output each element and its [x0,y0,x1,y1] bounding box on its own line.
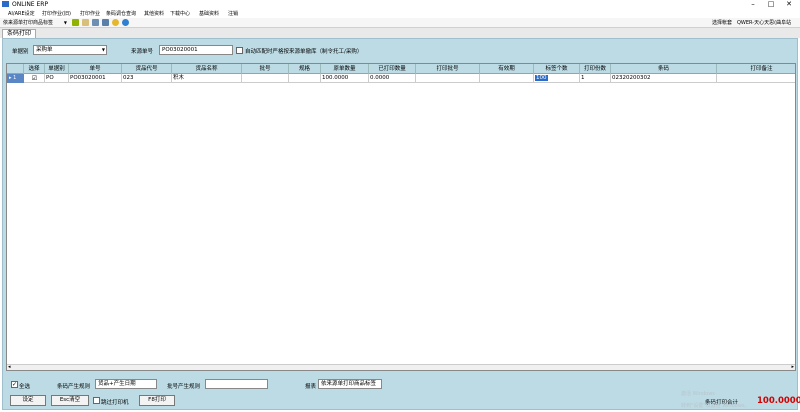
minimize-button[interactable]: – [744,0,762,9]
scroll-left-icon[interactable]: ◂ [8,364,11,370]
cell-orig-qty[interactable]: 100.0000 [321,74,369,83]
auto-match-checkbox[interactable] [236,47,243,54]
cell-barcode[interactable]: 02320200302 [611,74,717,83]
chevron-down-icon: ▼ [63,20,67,25]
menu-item-other-data[interactable]: 其他资料 [144,10,164,17]
menu-item-ai-settings[interactable]: AI/ARE设定 [8,10,35,17]
batch-rule-input[interactable] [205,379,268,389]
report-input[interactable]: 依来源单打印商品标签 [318,379,382,389]
report-label: 报表 [305,384,317,390]
print-icon[interactable] [102,19,109,26]
barcode-rule-input[interactable]: 货品+产生日期 [95,379,157,389]
select-all-checkbox[interactable]: ✓ [11,381,18,388]
close-button[interactable]: ✕ [780,0,798,9]
cell-printed-qty[interactable]: 0.0000 [369,74,416,83]
header-printed-qty[interactable]: 已打印数量 [369,64,416,74]
menu-item-print-old[interactable]: 打印作业(旧) [42,10,71,17]
header-select[interactable]: 选择 [24,64,45,74]
label-count-value[interactable]: 100 [535,75,548,81]
cell-item-name[interactable]: 积木 [172,74,242,83]
header-orig-qty[interactable]: 原单数量 [321,64,369,74]
tab-barcode-print[interactable]: 条码打印 [2,29,36,38]
menu-item-logout[interactable]: 注销 [228,10,238,17]
header-expiry[interactable]: 有效期 [480,64,534,74]
folder-icon[interactable] [82,19,89,26]
save-icon[interactable] [92,19,99,26]
header-label-count[interactable]: 标签个数 [534,64,580,74]
doc-type-select[interactable]: 采购单 ▼ [33,45,107,55]
toolbar: 依来源单打印商品标签 ▼ 选择帐套 QWER-天心天思(曲阜站 [0,18,800,28]
menu-bar: AI/ARE设定 打印作业(旧) 打印作业 条码调仓查询 其他资料 下载中心 基… [0,9,800,18]
main-panel: 单据别 采购单 ▼ 来源单号 PO03020001 自动匹配时严格按来源单撤库（… [2,38,800,410]
activation-watermark-title: 激活 Windows [681,391,715,397]
refresh-icon[interactable] [112,19,119,26]
settings-button[interactable]: 设定 [10,395,46,406]
select-all-label: 全选 [19,384,31,390]
cell-doc-type[interactable]: PO [45,74,69,83]
current-user: QWER-天心天思(曲阜站 [737,20,792,26]
horizontal-scrollbar[interactable]: ◂ ▸ [7,364,795,370]
header-batch[interactable]: 批号 [242,64,289,74]
header-row-indicator [7,64,24,74]
app-logo-icon [2,1,9,7]
help-icon[interactable] [122,19,129,26]
cell-expiry[interactable] [480,74,534,83]
window-title: ONLINE ERP [12,1,49,8]
function-combo[interactable]: 依来源单打印商品标签 ▼ [3,19,67,27]
header-doc-type[interactable]: 单据别 [45,64,69,74]
header-doc-no[interactable]: 单号 [69,64,122,74]
header-print-note[interactable]: 打印备注 [717,64,795,74]
cell-spec[interactable] [289,74,321,83]
header-spec[interactable]: 规格 [289,64,321,74]
cell-item-code[interactable]: 023 [122,74,172,83]
skip-printer-label: 跳过打印机 [101,400,129,406]
header-item-name[interactable]: 货品名称 [172,64,242,74]
cell-label-count[interactable]: 100 [534,74,580,83]
print-button[interactable]: F8打印 [139,395,175,406]
cell-print-batch[interactable] [416,74,480,83]
menu-item-barcode-query[interactable]: 条码调仓查询 [106,10,136,17]
source-no-input[interactable]: PO03020001 [159,45,233,55]
menu-item-print-job[interactable]: 打印作业 [80,10,100,17]
header-print-batch[interactable]: 打印批号 [416,64,480,74]
cell-print-note[interactable] [717,74,795,83]
cell-doc-no[interactable]: PO03020001 [69,74,122,83]
row-select-checkbox[interactable]: ☑ [24,74,45,83]
menu-item-download-center[interactable]: 下载中心 [170,10,190,17]
header-barcode[interactable]: 条码 [611,64,717,74]
activation-watermark-hint: 转到"设置"以激活 Windows。 [681,403,750,409]
total-value: 100.0000 [757,396,800,406]
cell-print-copies[interactable]: 1 [580,74,611,83]
scroll-right-icon[interactable]: ▸ [791,364,794,370]
maximize-button[interactable]: □ [762,0,780,9]
barcode-rule-label: 条码产生规则 [57,384,91,390]
header-item-code[interactable]: 货品代号 [122,64,172,74]
title-bar: ONLINE ERP – □ ✕ [0,0,800,9]
barcode-grid: 选择 单据别 单号 货品代号 货品名称 批号 规格 原单数量 已打印数量 打印批… [6,63,796,371]
doc-type-label: 单据别 [12,49,29,55]
header-print-copies[interactable]: 打印份数 [580,64,611,74]
auto-match-label: 自动匹配时严格按来源单撤库（制令托工/采购） [245,49,363,55]
chevron-down-icon: ▼ [101,47,105,52]
batch-rule-label: 批号产生规则 [167,384,201,390]
table-row[interactable]: ▸ 1 ☑ PO PO03020001 023 积木 100.0000 0.00… [7,74,795,83]
clear-button[interactable]: Esc清空 [51,395,89,406]
cell-batch[interactable] [242,74,289,83]
row-indicator[interactable]: ▸ 1 [7,74,24,83]
account-set-label[interactable]: 选择帐套 [712,19,732,26]
excel-icon[interactable] [72,19,79,26]
menu-item-base-data[interactable]: 基础资料 [199,10,219,17]
grid-header: 选择 单据别 单号 货品代号 货品名称 批号 规格 原单数量 已打印数量 打印批… [7,64,795,74]
tab-strip: 条码打印 [0,28,800,38]
source-no-label: 来源单号 [131,49,154,55]
skip-printer-checkbox[interactable] [93,397,100,404]
